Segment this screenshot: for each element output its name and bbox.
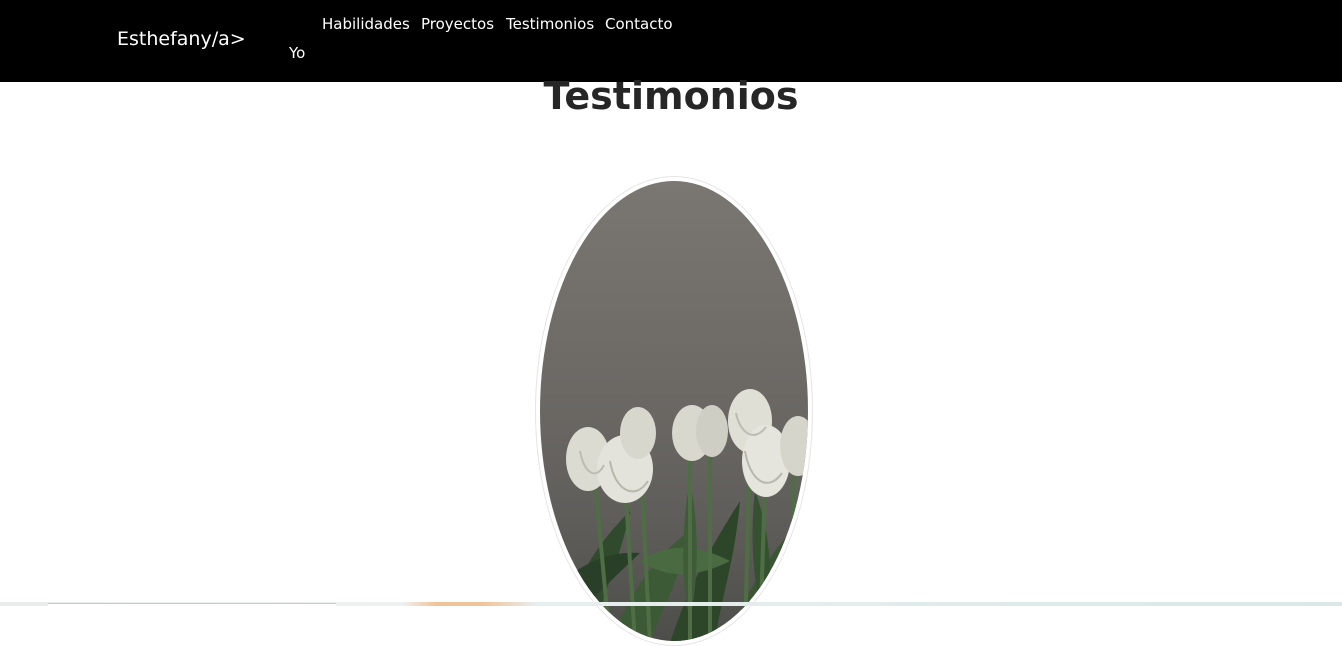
nav-link-yo[interactable]: Yo — [289, 44, 305, 62]
navbar: Esthefany/a> Yo Habilidades Proyectos Te… — [0, 0, 1342, 82]
nav-link-testimonios[interactable]: Testimonios — [506, 15, 594, 33]
nav-link-proyectos[interactable]: Proyectos — [421, 15, 494, 33]
nav-link-habilidades[interactable]: Habilidades — [322, 15, 410, 33]
nav-link-contacto[interactable]: Contacto — [605, 15, 673, 33]
testimonial-photo-frame — [535, 176, 813, 646]
tulips-image — [540, 181, 808, 641]
section-title: Testimonios — [543, 74, 799, 118]
brand-logo[interactable]: Esthefany/a> — [117, 28, 246, 50]
tulips-illustration — [540, 389, 808, 641]
